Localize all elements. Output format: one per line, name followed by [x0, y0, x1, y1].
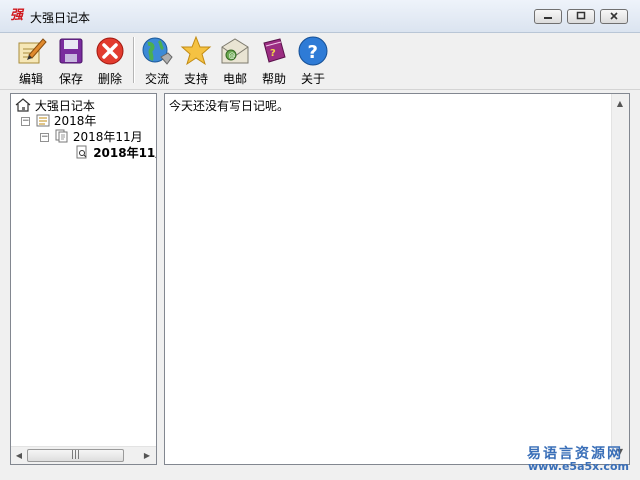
delete-button[interactable]: 删除 — [92, 35, 128, 87]
edit-label: 编辑 — [18, 72, 43, 86]
community-label: 交流 — [144, 72, 169, 86]
scroll-right-icon[interactable]: ▶ — [142, 450, 152, 461]
app-logo-icon: 强 — [10, 8, 24, 23]
toolbar-divider — [0, 89, 640, 90]
support-button[interactable]: 支持 — [178, 35, 214, 87]
delete-label: 删除 — [97, 72, 122, 86]
collapse-month-toggle[interactable]: − — [40, 133, 49, 142]
delete-icon — [96, 37, 124, 65]
maximize-icon — [576, 11, 586, 20]
about-label: 关于 — [300, 72, 325, 86]
svg-text:?: ? — [270, 48, 276, 59]
document-search-icon — [76, 145, 87, 159]
tree-horizontal-scrollbar[interactable]: ◀ ||| ▶ — [11, 446, 156, 464]
watermark-url: www.e5a5x.com — [528, 460, 629, 473]
collapse-year-toggle[interactable]: − — [21, 117, 30, 126]
help-book-icon: ? — [263, 38, 286, 63]
svg-text:?: ? — [308, 42, 318, 63]
close-button[interactable] — [600, 9, 628, 24]
editor-vertical-scrollbar[interactable]: ▲ ▼ — [611, 94, 629, 464]
support-label: 支持 — [183, 72, 208, 86]
title-bar: 强 大强日记本 — [0, 0, 640, 33]
minimize-icon — [544, 17, 552, 19]
community-button[interactable]: 交流 — [139, 35, 175, 87]
email-label: 电邮 — [222, 72, 247, 86]
tree-root-label: 大强日记本 — [34, 99, 95, 113]
window-title: 大强日记本 — [30, 11, 91, 25]
home-icon — [15, 98, 31, 112]
maximize-button[interactable] — [567, 9, 595, 24]
diary-editor[interactable]: 今天还没有写日记呢。 ▲ ▼ — [164, 93, 630, 465]
tree-entry-label: 2018年11月 — [93, 146, 156, 160]
tree-year-label: 2018年 — [53, 114, 97, 128]
email-button[interactable]: @ 电邮 — [217, 35, 253, 87]
email-icon: @ — [221, 38, 249, 64]
documents-icon — [55, 129, 68, 143]
about-button[interactable]: ? 关于 — [295, 35, 331, 87]
help-label: 帮助 — [261, 72, 286, 86]
scroll-thumb[interactable]: ||| — [27, 449, 124, 462]
save-button[interactable]: 保存 — [53, 35, 89, 87]
toolbar-separator — [133, 37, 135, 83]
scroll-left-icon[interactable]: ◀ — [14, 450, 24, 461]
globe-icon — [142, 37, 173, 65]
edit-button[interactable]: 编辑 — [13, 35, 49, 87]
tree-item-year[interactable]: 2018年 — [36, 113, 96, 129]
star-icon — [180, 35, 212, 66]
about-icon: ? — [298, 36, 328, 66]
scroll-up-icon[interactable]: ▲ — [615, 98, 625, 109]
edit-icon — [18, 38, 47, 64]
tree-root[interactable]: 大强日记本 — [15, 97, 95, 113]
close-icon — [610, 12, 618, 20]
calendar-icon — [36, 114, 50, 127]
tree-item-month[interactable]: 2018年11月 — [55, 129, 143, 145]
tree-item-entry[interactable]: 2018年11月 — [75, 145, 156, 161]
toolbar: 编辑 保存 删除 交流 支持 @ 电邮 ? 帮助 ? 关于 — [0, 33, 640, 88]
svg-text:@: @ — [229, 52, 236, 60]
save-label: 保存 — [58, 72, 83, 86]
save-icon — [59, 38, 83, 64]
diary-tree[interactable]: 大强日记本 − 2018年 − 2018年11月 2018年11月 ◀ ||| … — [10, 93, 157, 465]
minimize-button[interactable] — [534, 9, 562, 24]
tree-month-label: 2018年11月 — [72, 130, 143, 144]
editor-content[interactable]: 今天还没有写日记呢。 — [169, 97, 289, 114]
help-button[interactable]: ? 帮助 — [256, 35, 292, 87]
